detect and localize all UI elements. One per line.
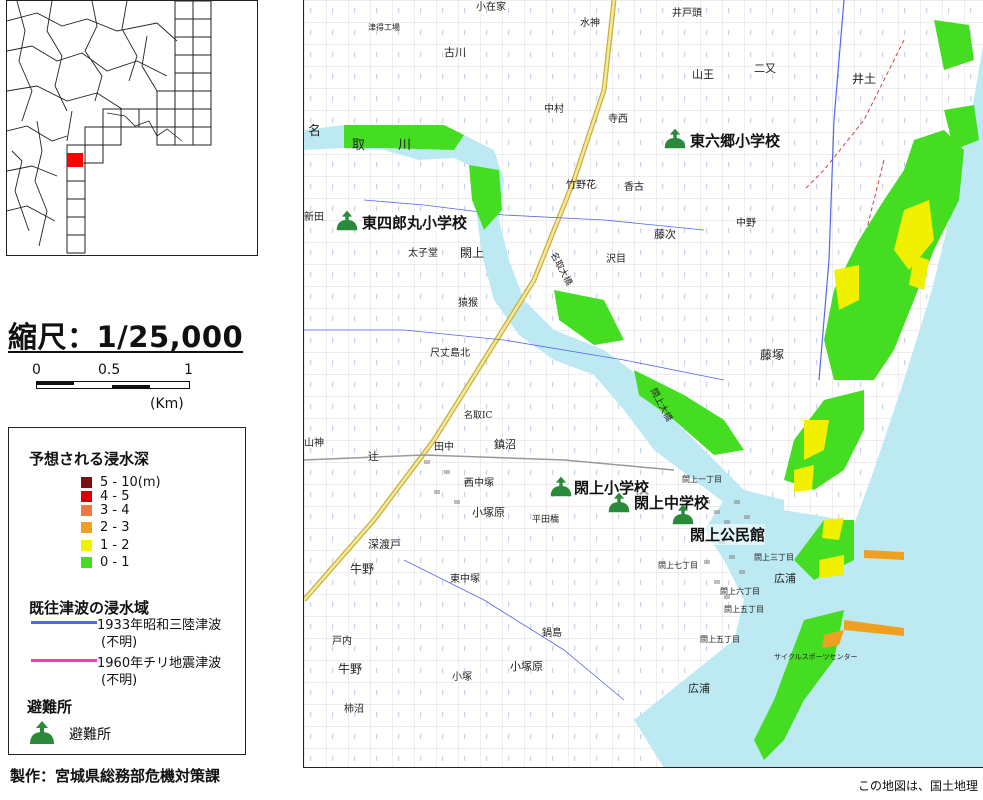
- legend-depth-item: 5 - 10(m): [81, 475, 161, 490]
- map-view[interactable]: l: [303, 0, 983, 768]
- scale-tick-0: 0: [32, 362, 41, 378]
- place-label: 閖上六丁目: [720, 587, 760, 596]
- past-line-swatch: [31, 621, 97, 624]
- place-label: 閖上五丁目: [700, 635, 740, 644]
- index-map: [6, 0, 258, 256]
- place-label: 水神: [580, 18, 600, 29]
- place-label: 藤塚: [760, 348, 785, 362]
- place-label: 平田橋: [532, 515, 560, 525]
- depth-swatch: [81, 490, 92, 502]
- place-label: 二又: [754, 62, 776, 75]
- place-label: 柿沼: [344, 704, 364, 715]
- index-map-current-sheet: [67, 153, 83, 167]
- legend-shelter-title: 避難所: [27, 698, 73, 716]
- legend: 予想される浸水深 5 - 10(m) 4 - 5 3 - 4 2 - 3 1 -…: [8, 427, 246, 755]
- place-label: 田中: [434, 442, 454, 453]
- depth-swatch: [81, 521, 92, 533]
- shelter-icon: [664, 128, 686, 149]
- place-label: 津得工場: [368, 23, 400, 32]
- place-label: 小塚: [452, 672, 472, 683]
- legend-depth-item: 2 - 3: [81, 520, 130, 535]
- place-label: 井戸頭: [672, 8, 702, 19]
- place-label: 竹野花: [566, 180, 596, 191]
- place-label: 閖上: [460, 246, 485, 260]
- place-label: サイクルスポーツセンター: [774, 653, 858, 661]
- depth-swatch: [81, 476, 92, 488]
- legend-depth-title: 予想される浸水深: [29, 450, 150, 468]
- place-label: 牛野: [350, 562, 375, 576]
- place-label: 寺西: [608, 114, 628, 125]
- depth-swatch: [81, 556, 92, 568]
- shelter-icon: [336, 210, 358, 231]
- place-label: 鍋島: [542, 628, 562, 639]
- place-label: 深渡戸: [368, 538, 401, 551]
- place-label: 中野: [736, 218, 756, 229]
- maker-credit: 製作：宮城県総務部危機対策課: [10, 767, 221, 785]
- place-label: 新田: [304, 212, 324, 223]
- shelter-icon: [672, 504, 694, 525]
- scale-bar-seg-1: [36, 381, 74, 385]
- scale-bar-seg-2: [112, 385, 150, 389]
- place-label: 閖上五丁目: [724, 605, 764, 614]
- map-base-svg: l: [304, 0, 983, 767]
- place-label: 名: [308, 124, 322, 139]
- place-label: 戸内: [332, 636, 352, 647]
- school-label: 東四郎丸小学校: [362, 212, 468, 233]
- place-label: 閖上一丁目: [682, 475, 722, 484]
- legend-depth-item: 3 - 4: [81, 503, 130, 518]
- map-source-credit: この地図は、国土地理: [858, 779, 979, 793]
- place-label: 山神: [304, 438, 324, 449]
- depth-swatch: [81, 539, 92, 551]
- place-label: 辻: [368, 450, 379, 463]
- place-label: 藤次: [654, 228, 676, 241]
- place-label: 閖上七丁目: [658, 561, 698, 570]
- legend-depth-item: 1 - 2: [81, 538, 130, 553]
- place-label: 沢目: [606, 254, 626, 265]
- place-label: 尺丈島北: [430, 348, 470, 359]
- past-line-swatch: [31, 659, 97, 662]
- school-label: 閖上公民館: [690, 524, 766, 545]
- place-label: 井土: [852, 72, 877, 86]
- scale-tick-1: 1: [184, 362, 193, 378]
- place-label: 広浦: [774, 572, 796, 585]
- place-label: 西中塚: [464, 478, 494, 489]
- scale-bar: 0 0.5 1 (Km): [20, 356, 220, 418]
- place-label: 鎮沼: [494, 438, 516, 451]
- index-map-svg: [7, 1, 212, 254]
- place-label: 小塚原: [472, 506, 505, 519]
- place-label: 名取IC: [464, 411, 493, 421]
- scale-unit: (Km): [150, 396, 184, 412]
- place-label: 古川: [444, 46, 466, 59]
- place-label: 山王: [692, 68, 714, 81]
- place-label: 小塚原: [510, 660, 543, 673]
- scale-title: 縮尺：1/25,000: [8, 320, 244, 354]
- place-label: 閖上三丁目: [754, 553, 794, 562]
- shelter-icon: [30, 721, 54, 744]
- place-label: 猿猴: [458, 298, 478, 309]
- place-label: 中村: [544, 104, 564, 115]
- place-label: 香古: [624, 182, 644, 193]
- place-label: 太子堂: [408, 248, 438, 259]
- legend-depth-item: 4 - 5: [81, 489, 130, 504]
- shelter-icon: [550, 476, 572, 497]
- place-label: 取: [352, 138, 366, 153]
- place-label: 牛野: [338, 662, 363, 676]
- legend-depth-item: 0 - 1: [81, 555, 130, 570]
- school-label: 東六郷小学校: [690, 130, 781, 151]
- place-label: 広浦: [688, 682, 710, 695]
- legend-shelter-label: 避難所: [69, 727, 111, 743]
- place-label: 小在家: [476, 2, 506, 13]
- depth-swatch: [81, 504, 92, 516]
- place-label: 川: [398, 138, 412, 153]
- shelter-icon: [608, 492, 630, 513]
- scale-tick-half: 0.5: [98, 362, 121, 378]
- place-label: 東中塚: [450, 574, 480, 585]
